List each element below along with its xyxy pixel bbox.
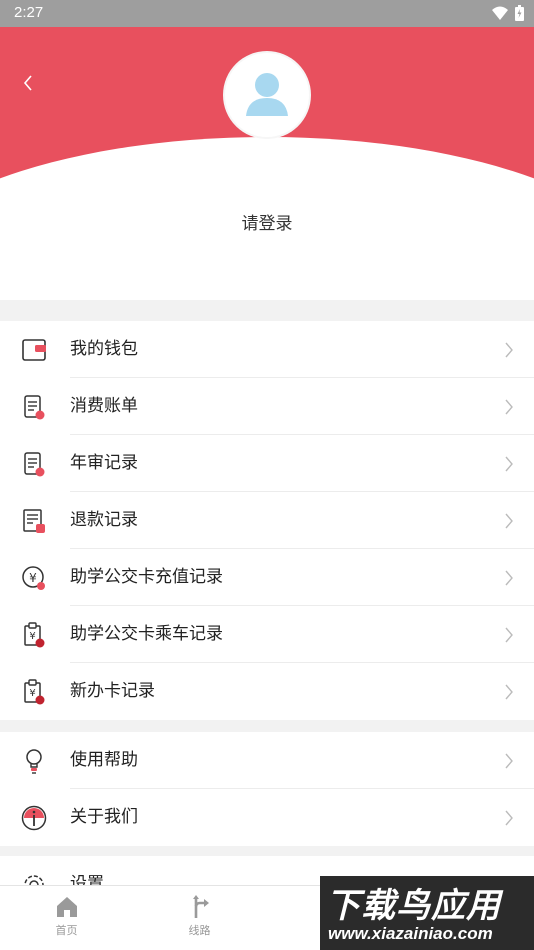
back-icon[interactable] [18, 71, 38, 95]
menu-label: 年审记录 [70, 453, 138, 473]
avatar[interactable] [225, 53, 309, 137]
chevron-right-icon [505, 399, 513, 415]
user-avatar-icon [246, 73, 288, 116]
tab-realtime[interactable]: 实 [266, 886, 399, 950]
menu-label: 助学公交卡充值记录 [70, 567, 223, 587]
annual-review-icon [24, 452, 45, 477]
svg-text:¥: ¥ [29, 571, 37, 585]
tab-label: 线路 [188, 924, 211, 937]
menu-label: 使用帮助 [70, 750, 138, 770]
menu-item-wallet[interactable]: 我的钱包 [0, 321, 534, 378]
menu-label: 退款记录 [70, 510, 138, 530]
menu-item-about[interactable]: 关于我们 [0, 789, 534, 846]
chevron-right-icon [505, 627, 513, 643]
menu-item-ride-records[interactable]: ¥ 助学公交卡乘车记录 [0, 606, 534, 663]
status-bar: 2:27 [0, 0, 534, 27]
wallet-icon [22, 339, 46, 361]
chevron-right-icon [505, 513, 513, 529]
chevron-right-icon [505, 342, 513, 358]
realtime-icon [322, 897, 343, 917]
chevron-right-icon [505, 753, 513, 769]
about-icon [21, 805, 47, 831]
menu-label: 新办卡记录 [70, 681, 155, 701]
menu-item-annual-review[interactable]: 年审记录 [0, 435, 534, 492]
menu-item-new-card-records[interactable]: ¥ 新办卡记录 [0, 663, 534, 720]
menu-group-records: 我的钱包 消费账单 年审记录 退款记录 ¥ 助学公交卡充值记录 ¥ 助学公交卡乘… [0, 321, 534, 720]
bottom-tab-bar: 首页 线路 实 [0, 885, 534, 950]
svg-text:¥: ¥ [29, 631, 35, 642]
menu-label: 我的钱包 [70, 339, 138, 359]
home-icon [56, 897, 77, 917]
menu-item-bills[interactable]: 消费账单 [0, 378, 534, 435]
profile-header: 请登录 [0, 27, 534, 300]
chevron-right-icon [505, 570, 513, 586]
tab-label: 实 [327, 924, 338, 937]
refund-icon [23, 509, 45, 533]
tab-home[interactable]: 首页 [0, 886, 133, 950]
menu-item-refunds[interactable]: 退款记录 [0, 492, 534, 549]
svg-text:¥: ¥ [29, 688, 35, 699]
chevron-right-icon [505, 456, 513, 472]
menu-label: 关于我们 [70, 807, 138, 827]
menu-item-help[interactable]: 使用帮助 [0, 732, 534, 789]
tab-routes[interactable]: 线路 [133, 886, 266, 950]
menu-item-recharge-records[interactable]: ¥ 助学公交卡充值记录 [0, 549, 534, 606]
menu-label: 消费账单 [70, 396, 138, 416]
chevron-right-icon [505, 810, 513, 826]
wifi-icon [492, 6, 508, 20]
new-card-icon: ¥ [24, 679, 45, 705]
bill-icon [24, 395, 45, 420]
help-bulb-icon [26, 749, 42, 774]
menu-label: 助学公交卡乘车记录 [70, 624, 223, 644]
chevron-right-icon [505, 684, 513, 700]
tab-label: 首页 [55, 924, 78, 937]
ride-record-icon: ¥ [24, 622, 45, 648]
recharge-icon: ¥ [22, 566, 45, 590]
route-icon [192, 895, 209, 918]
login-prompt[interactable]: 请登录 [0, 209, 534, 234]
status-time: 2:27 [14, 4, 44, 21]
battery-icon [515, 5, 524, 21]
menu-group-info: 使用帮助 关于我们 [0, 732, 534, 846]
